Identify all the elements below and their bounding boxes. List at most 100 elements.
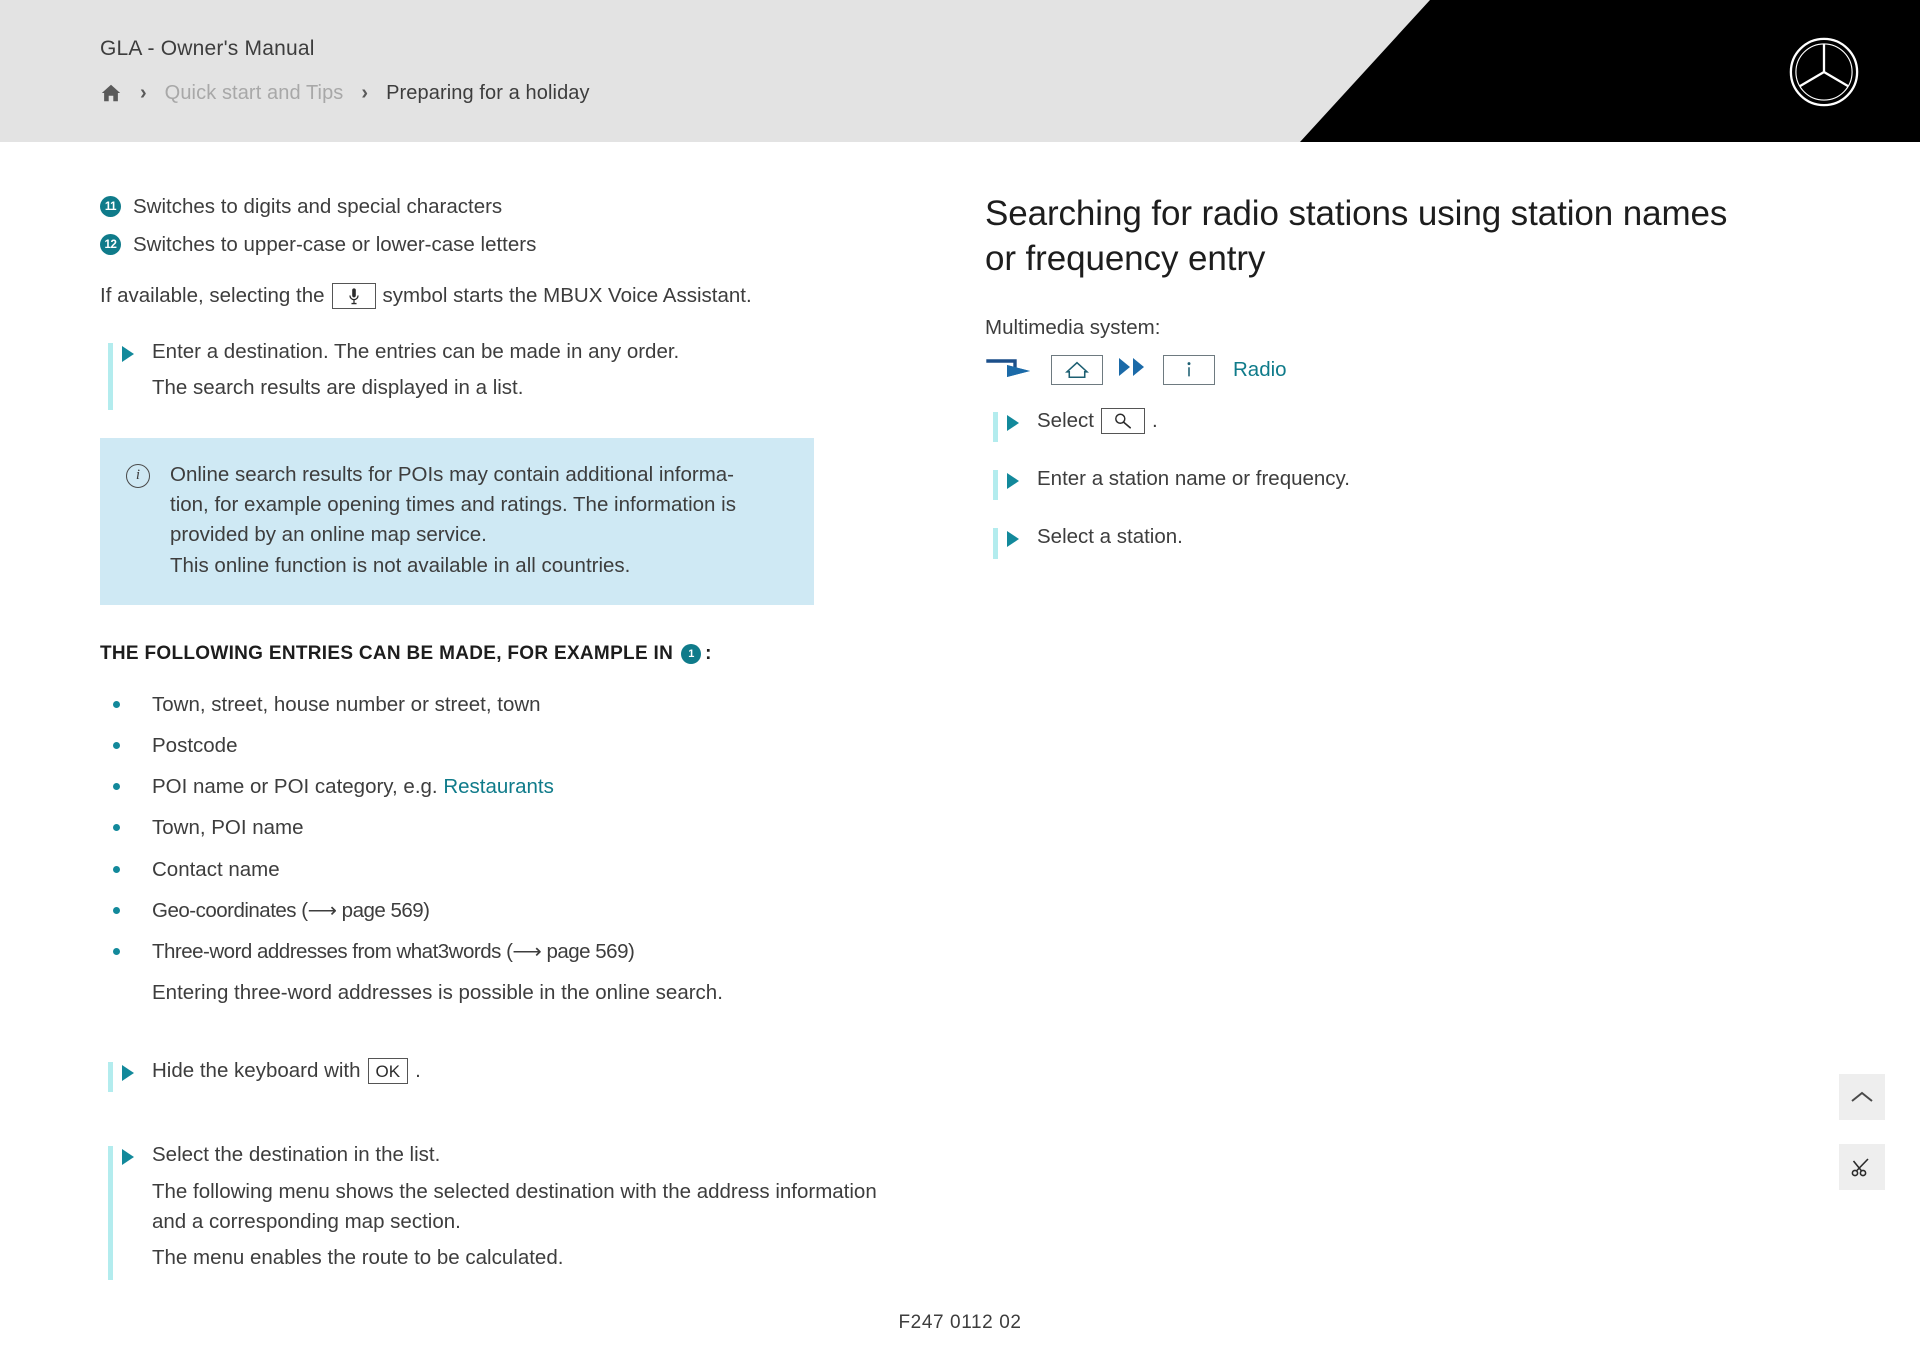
breadcrumb: › Quick start and Tips › Preparing for a… <box>100 80 590 106</box>
entry-text-1: Postcode <box>152 734 238 758</box>
left-column: 11 Switches to digits and special charac… <box>100 192 900 1280</box>
bullet-dot-icon <box>113 865 120 873</box>
right-steps-group: Select . Enter a station name or frequen… <box>985 406 1745 559</box>
select-search-after: . <box>1151 408 1158 432</box>
step-triangle-icon <box>122 1065 134 1082</box>
step-enter-station: Enter a station name or frequency. <box>985 464 1745 501</box>
breadcrumb-item-preparing-holiday[interactable]: Preparing for a holiday <box>386 82 590 105</box>
page-header: GLA - Owner's Manual › Quick start and T… <box>0 0 1920 142</box>
step-accent-bar <box>108 342 113 410</box>
search-icon[interactable] <box>1100 407 1145 434</box>
info-icon <box>1163 354 1215 385</box>
entry-text-2: POI name or POI category, e.g. <box>152 775 444 799</box>
entries-list: Town, street, house number or street, to… <box>100 689 900 967</box>
bullet-dot-icon <box>113 783 120 791</box>
step-triangle-icon <box>122 1149 134 1166</box>
entry-text-3: Town, POI name <box>152 816 304 840</box>
callout-badge-12: 12 <box>100 234 121 256</box>
callout-text-11: Switches to digits and special character… <box>133 195 503 218</box>
entry-text-5[interactable]: Geo-coordinates (⟶ page 569) <box>152 899 430 922</box>
voice-paragraph-before: If available, selecting the <box>100 284 325 308</box>
entry-text-6[interactable]: Three-word addresses from what3words (⟶ … <box>152 940 635 963</box>
step-select-station: Select a station. <box>985 522 1745 559</box>
step-triangle-icon <box>122 345 134 362</box>
info-box: i Online search results for POIs may con… <box>100 437 814 605</box>
info-box-text: Online search results for POIs may conta… <box>170 460 736 581</box>
step-accent-bar <box>108 1062 113 1093</box>
entry-text-0: Town, street, house number or street, to… <box>152 692 541 716</box>
callout-row-12: 12 Switches to upper-case or lower-case … <box>100 230 900 259</box>
step-accent-bar <box>993 528 998 559</box>
step-triangle-icon <box>1007 472 1019 489</box>
scroll-to-top-button[interactable] <box>1839 1074 1885 1120</box>
right-column: Searching for radio stations using stati… <box>985 192 1745 559</box>
step-line-enter-destination: Enter a destination. The entries can be … <box>152 339 680 363</box>
multimedia-icon-path: Radio <box>985 352 1745 388</box>
list-item: Town, street, house number or street, to… <box>100 689 900 720</box>
step-line-select-destination: Select the destination in the list. <box>152 1143 441 1167</box>
info-icon: i <box>126 463 150 488</box>
step-accent-bar <box>108 1146 113 1280</box>
bullet-dot-icon <box>113 824 120 832</box>
step-line-route-calculated: The menu enables the route to be calcula… <box>152 1246 564 1270</box>
step-triangle-icon <box>1007 531 1019 548</box>
step-line-menu-shows: The following menu shows the selected de… <box>152 1179 877 1234</box>
entry-link-restaurants[interactable]: Restaurants <box>443 775 554 798</box>
bullet-dot-icon <box>113 700 120 708</box>
step-line-select-search: Select . <box>1037 406 1745 442</box>
info-line-3: provided by an online map service. <box>170 523 487 547</box>
document-code: F247 0112 02 <box>898 1312 1022 1333</box>
step-line-hide-keyboard: Hide the keyboard with OK . <box>152 1056 900 1092</box>
step-hide-keyboard: Hide the keyboard with OK . <box>100 1056 900 1093</box>
mercedes-benz-star-icon <box>1789 37 1859 107</box>
list-item: Contact name <box>100 854 900 885</box>
entries-heading-colon: : <box>705 642 712 664</box>
select-search-before: Select <box>1037 408 1094 432</box>
step-enter-destination: Enter a destination. The entries can be … <box>100 337 900 410</box>
bullet-dot-icon <box>113 906 120 914</box>
info-line-2: tion, for example opening times and rati… <box>170 492 736 516</box>
callout-text-12: Switches to upper-case or lower-case let… <box>133 233 537 257</box>
chevron-up-icon <box>1851 1091 1873 1102</box>
step-accent-bar <box>993 411 998 442</box>
callout-row-11: 11 Switches to digits and special charac… <box>100 192 900 221</box>
info-line-1: Online search results for POIs may conta… <box>170 462 735 486</box>
voice-assistant-paragraph: If available, selecting the symbol start… <box>100 281 900 311</box>
callout-badge-11: 11 <box>100 196 121 217</box>
home-icon[interactable] <box>100 82 122 104</box>
list-item: Postcode <box>100 730 900 761</box>
page-title: Searching for radio stations using stati… <box>985 194 1728 278</box>
manual-title: GLA - Owner's Manual <box>100 37 315 60</box>
entries-note: Entering three-word addresses is possibl… <box>152 981 723 1004</box>
step-hide-keyboard-group: Hide the keyboard with OK . <box>100 1056 900 1093</box>
info-line-4: This online function is not available in… <box>170 553 631 577</box>
list-item: Geo-coordinates (⟶ page 569) <box>100 895 900 926</box>
breadcrumb-separator-2: › <box>361 82 369 104</box>
microphone-icon <box>331 283 376 310</box>
ok-key-button[interactable]: OK <box>367 1058 409 1085</box>
step-line-search-results: The search results are displayed in a li… <box>152 376 524 400</box>
entries-heading-badge: 1 <box>681 643 702 664</box>
hide-keyboard-before: Hide the keyboard with <box>152 1059 361 1083</box>
entries-heading: THE FOLLOWING ENTRIES CAN BE MADE, FOR E… <box>100 643 900 665</box>
step-accent-bar <box>993 469 998 501</box>
turn-arrow-icon <box>985 354 1037 385</box>
radio-label: Radio <box>1233 357 1287 381</box>
step-line-enter-station: Enter a station name or frequency. <box>1037 466 1350 490</box>
home-icon <box>1051 354 1103 385</box>
entries-heading-text: THE FOLLOWING ENTRIES CAN BE MADE, FOR E… <box>100 642 674 664</box>
list-item: Three-word addresses from what3words (⟶ … <box>100 936 900 967</box>
bullet-dot-icon <box>113 947 120 955</box>
list-item: Town, POI name <box>100 812 900 843</box>
step-triangle-icon <box>1007 414 1019 431</box>
scissors-icon <box>1851 1158 1869 1177</box>
step-line-select-station: Select a station. <box>1037 525 1183 549</box>
scissors-button[interactable] <box>1839 1144 1885 1190</box>
step-select-destination: Select the destination in the list. The … <box>100 1140 900 1280</box>
list-item: POI name or POI category, e.g. Restauran… <box>100 771 900 802</box>
breadcrumb-item-quick-start[interactable]: Quick start and Tips <box>165 82 344 105</box>
